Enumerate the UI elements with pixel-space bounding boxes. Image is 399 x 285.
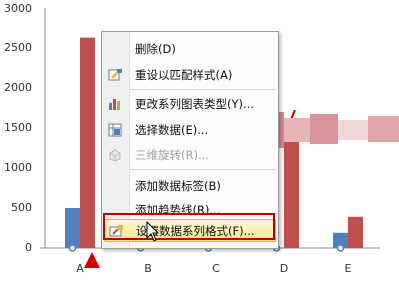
menu-item-delete[interactable]: 删除(D) [102,37,278,59]
bar-series-2-E[interactable] [348,216,363,248]
menu-separator [130,169,276,170]
select-data-icon [108,122,123,137]
highlight-annotation-box [103,213,275,240]
mouse-cursor-icon [146,221,160,242]
menu-item-select-data[interactable]: 选择数据(E)... [102,118,278,140]
selection-handle[interactable] [336,244,345,252]
menu-item-label: 删除(D) [135,42,176,56]
menu-separator [130,89,276,90]
menu-item-label: 重设以匹配样式(A) [135,68,233,82]
3d-rotate-icon [108,147,123,162]
bar-series-1-A[interactable] [65,208,80,248]
chart-type-icon [108,96,123,110]
menu-item-add-data-labels[interactable]: 添加数据标签(B) [102,174,278,196]
menu-item-label: 三维旋转(R)... [135,148,209,162]
menu-item-label: 选择数据(E)... [135,123,209,137]
bar-series-2-A[interactable] [80,37,95,248]
menu-item-reset-style[interactable]: 重设以匹配样式(A) [102,63,278,85]
reset-style-icon [108,67,123,81]
selection-handle[interactable] [68,244,77,252]
menu-item-label: 更改系列图表类型(Y)... [135,97,254,111]
menu-item-label: 添加数据标签(B) [135,179,221,193]
menu-item-change-chart-type[interactable]: 更改系列图表类型(Y)... [102,92,278,114]
red-arrow-marker [84,252,100,268]
menu-item-3d-rotation[interactable]: 三维旋转(R)... [102,143,278,165]
